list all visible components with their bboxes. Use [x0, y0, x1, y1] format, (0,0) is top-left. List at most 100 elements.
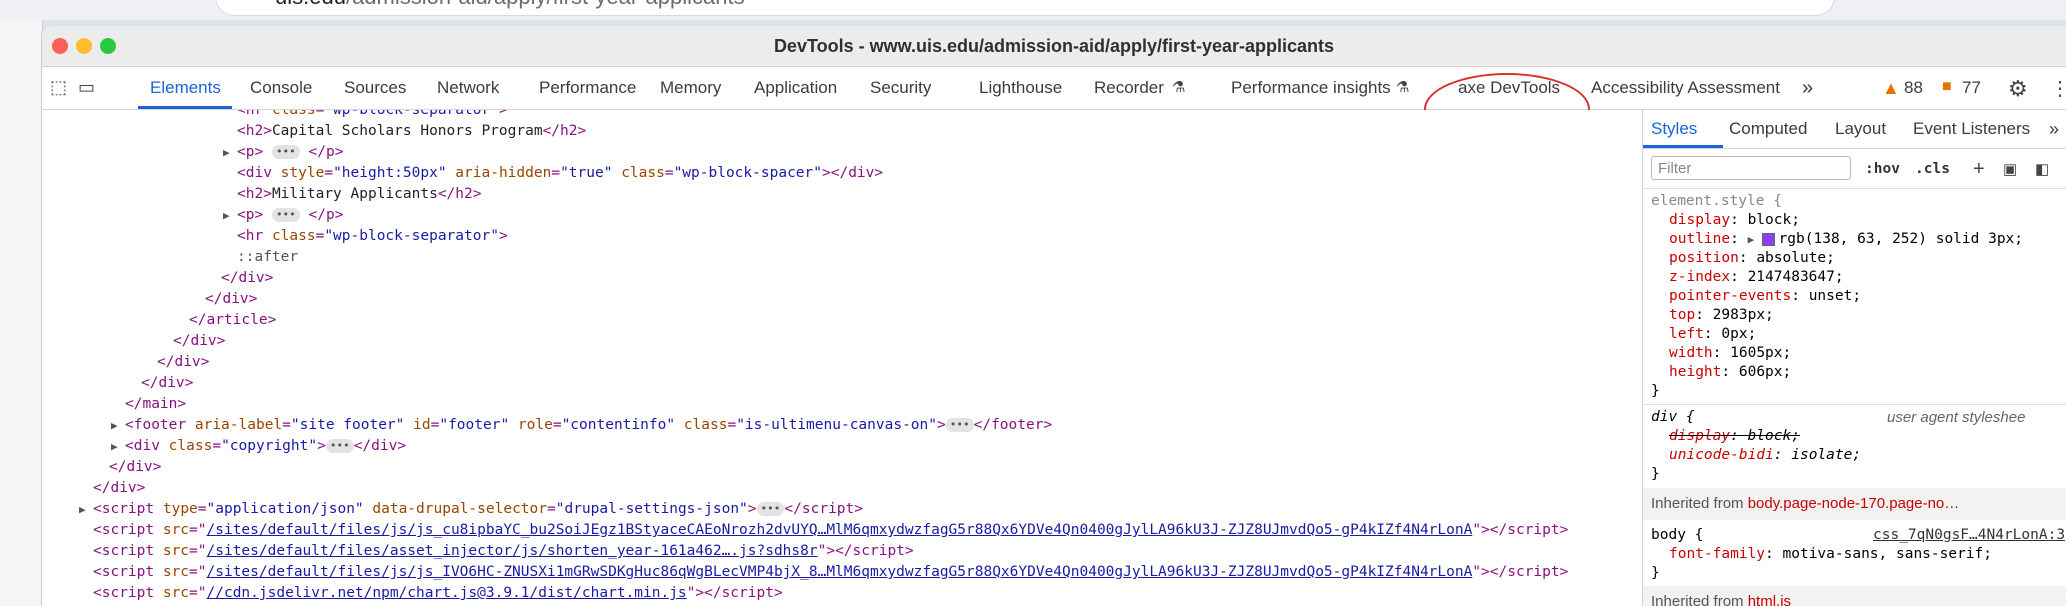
body-selector: body { — [1651, 527, 1704, 543]
dom-close-tag[interactable]: </div> — [141, 373, 193, 394]
tab-performance[interactable]: Performance — [539, 67, 636, 109]
tab-memory[interactable]: Memory — [660, 67, 721, 109]
expand-triangle-icon[interactable]: ▶ — [1748, 230, 1762, 249]
tab-sources[interactable]: Sources — [344, 67, 406, 109]
collapsed-ellipsis-icon[interactable]: ••• — [756, 502, 785, 516]
style-declaration[interactable]: outline: ▶ rgb(138, 63, 252) solid 3px; — [1669, 230, 2023, 249]
more-tabs-icon[interactable]: » — [1802, 67, 1813, 109]
flask-icon: ⚗ — [1396, 79, 1410, 96]
style-declaration[interactable]: display: block; — [1669, 211, 1800, 230]
tab-security[interactable]: Security — [870, 67, 931, 109]
issues-count[interactable]: 77 — [1962, 67, 1981, 109]
inspect-element-icon[interactable]: ⬚ — [50, 77, 67, 98]
flask-icon: ⚗ — [1172, 79, 1186, 96]
dom-node[interactable]: ▶ <p> ••• </p> — [223, 205, 343, 226]
tab-performance-insights[interactable]: Performance insights — [1231, 67, 1391, 109]
style-declaration[interactable]: position: absolute; — [1669, 249, 1835, 268]
dom-close-tag[interactable]: </article> — [189, 310, 276, 331]
script-src-link[interactable]: /sites/default/files/js/js_cu8ipbaYC_bu2… — [207, 522, 1473, 538]
expand-triangle-icon[interactable]: ▶ — [223, 142, 237, 163]
tab-lighthouse[interactable]: Lighthouse — [979, 67, 1062, 109]
script-node[interactable]: <script src="/sites/default/files/asset_… — [93, 541, 914, 562]
stylesheet-source-link[interactable]: css_7qN0gsF…4N4rLonA:3 — [1873, 526, 2065, 545]
new-style-rule-icon[interactable]: + — [1973, 158, 1985, 181]
style-declaration[interactable]: height: 606px; — [1669, 363, 1791, 382]
style-declaration[interactable]: left: 0px; — [1669, 325, 1756, 344]
collapsed-ellipsis-icon[interactable]: ••• — [325, 439, 354, 453]
dom-close-tag[interactable]: </div> — [109, 457, 161, 478]
collapsed-ellipsis-icon[interactable]: ••• — [945, 418, 974, 432]
dom-pseudo-element[interactable]: ::after — [237, 247, 298, 268]
dom-close-tag[interactable]: </div> — [93, 478, 145, 499]
inherited-selector-link[interactable]: body.page-node-170.page-no… — [1748, 495, 1960, 512]
style-declaration[interactable]: pointer-events: unset; — [1669, 287, 1861, 306]
overridden-declaration[interactable]: display: block; — [1669, 427, 1800, 446]
expand-triangle-icon[interactable]: ▶ — [111, 436, 125, 457]
script-src-link[interactable]: /sites/default/files/asset_injector/js/s… — [207, 543, 818, 559]
warning-icon[interactable]: ▲ — [1882, 78, 1900, 99]
more-sidebar-tabs-icon[interactable]: » — [2049, 110, 2059, 148]
dom-close-tag[interactable]: </div> — [157, 352, 209, 373]
style-declaration[interactable]: font-family: motiva-sans, sans-serif; — [1669, 545, 1992, 564]
more-options-icon[interactable]: ⋮ — [2050, 76, 2066, 101]
rule-close-brace: } — [1651, 565, 1660, 581]
expand-triangle-icon[interactable]: ▶ — [79, 499, 93, 520]
dom-node[interactable]: ▶ <p> ••• </p> — [223, 142, 343, 163]
cls-toggle[interactable]: .cls — [1915, 160, 1950, 179]
styles-filter-input[interactable]: Filter — [1651, 156, 1851, 180]
script-src-link[interactable]: /sites/default/files/js/js_IVO6HC-ZNUSXi… — [207, 564, 1473, 580]
toggle-sidebar-icon[interactable]: ◧ — [2035, 160, 2049, 178]
dom-close-tag[interactable]: </div> — [173, 331, 225, 352]
style-declaration[interactable]: top: 2983px; — [1669, 306, 1774, 325]
script-src-link[interactable]: //cdn.jsdelivr.net/npm/chart.js@3.9.1/di… — [207, 585, 687, 601]
address-text: uis.edu/admission-aid/apply/first-year-a… — [275, 0, 745, 16]
expand-triangle-icon[interactable]: ▶ — [223, 205, 237, 226]
style-declaration[interactable]: width: 1605px; — [1669, 344, 1791, 363]
toggle-rendering-icon[interactable]: ▣ — [2003, 160, 2017, 178]
script-node[interactable]: <script src="/sites/default/files/js/js_… — [93, 520, 1568, 541]
dom-node[interactable]: <h2>Capital Scholars Honors Program</h2> — [237, 121, 586, 142]
dom-node[interactable]: <hr class="wp-block-separator"> — [237, 110, 508, 121]
dom-close-tag[interactable]: </main> — [125, 394, 186, 415]
dom-node[interactable]: ▶ <div class="copyright"> ••• </div> — [111, 436, 406, 457]
settings-gear-icon[interactable]: ⚙ — [2008, 76, 2028, 102]
inherited-header: Inherited from html.js — [1643, 586, 2066, 606]
dom-node[interactable]: <h2>Military Applicants</h2> — [237, 184, 481, 205]
color-swatch[interactable] — [1761, 232, 1775, 246]
tab-layout[interactable]: Layout — [1835, 110, 1886, 148]
style-declaration[interactable]: z-index: 2147483647; — [1669, 268, 1844, 287]
active-sidebar-tab-underline — [1643, 145, 1723, 148]
dom-node[interactable]: <hr class="wp-block-separator"> — [237, 226, 508, 247]
tab-recorder[interactable]: Recorder — [1094, 67, 1164, 109]
tab-console[interactable]: Console — [250, 67, 312, 109]
dom-node[interactable]: ▶ <script type="application/json" data-dr… — [79, 499, 863, 520]
device-toolbar-icon[interactable]: ▭ — [78, 77, 95, 98]
warnings-count[interactable]: 88 — [1904, 67, 1923, 109]
address-bar[interactable]: uis.edu/admission-aid/apply/first-year-a… — [215, 0, 1835, 16]
inherited-selector-link[interactable]: html.js — [1748, 593, 1791, 606]
tab-elements[interactable]: Elements — [150, 67, 221, 109]
tab-computed[interactable]: Computed — [1729, 110, 1807, 148]
style-declaration[interactable]: unicode-bidi: isolate; — [1669, 446, 1861, 465]
dom-close-tag[interactable]: </div> — [221, 268, 273, 289]
devtools-window: DevTools - www.uis.edu/admission-aid/app… — [42, 26, 2066, 606]
divider — [1643, 188, 2066, 189]
dom-close-tag[interactable]: </div> — [205, 289, 257, 310]
rule-close-brace: } — [1651, 466, 1660, 482]
tab-network[interactable]: Network — [437, 67, 499, 109]
expand-triangle-icon[interactable]: ▶ — [111, 415, 125, 436]
script-node[interactable]: <script src="//cdn.jsdelivr.net/npm/char… — [93, 583, 783, 604]
issues-icon[interactable]: ■ — [1942, 78, 1952, 96]
tab-application[interactable]: Application — [754, 67, 837, 109]
collapsed-ellipsis-icon[interactable]: ••• — [271, 208, 300, 222]
tab-accessibility-assessment[interactable]: Accessibility Assessment — [1591, 67, 1780, 109]
collapsed-ellipsis-icon[interactable]: ••• — [271, 145, 300, 159]
dom-node[interactable]: <div style="height:50px" aria-hidden="tr… — [237, 163, 883, 184]
tab-event-listeners[interactable]: Event Listeners — [1913, 110, 2030, 148]
dom-node[interactable]: ▶ <footer aria-label="site footer" id="fo… — [111, 415, 1052, 436]
styles-sidebar: Styles Computed Layout Event Listeners »… — [1642, 110, 2066, 606]
rule-close-brace: } — [1651, 383, 1660, 399]
script-node[interactable]: <script src="/sites/default/files/js/js_… — [93, 562, 1568, 583]
hov-toggle[interactable]: :hov — [1865, 160, 1900, 179]
tab-styles[interactable]: Styles — [1651, 110, 1697, 148]
